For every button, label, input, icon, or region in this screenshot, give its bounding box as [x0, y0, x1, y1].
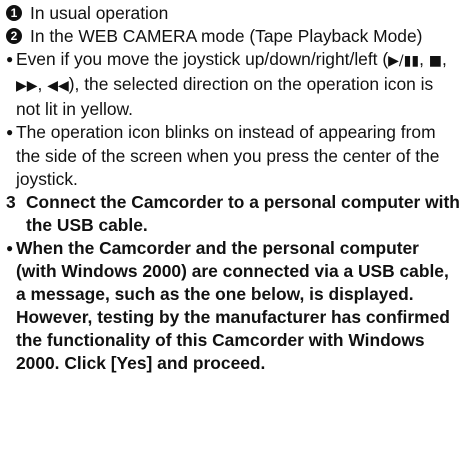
bullet-item-blink: ● The operation icon blinks on instead o… [6, 121, 462, 190]
bullet-item-windows: ● When the Camcorder and the personal co… [6, 237, 462, 376]
bullet-icon: ● [6, 52, 14, 67]
bullet-joystick-text: Even if you move the joystick up/down/ri… [16, 48, 462, 121]
bullet-joystick-text-a: Even if you move the joystick up/down/ri… [16, 49, 389, 70]
bullet-item-joystick: ● Even if you move the joystick up/down/… [6, 48, 462, 121]
bullet-blink-text: The operation icon blinks on instead of … [16, 122, 440, 189]
item-1-text: In usual operation [30, 3, 169, 23]
separator: , [419, 49, 429, 70]
rewind-icon: ◀◀ [47, 78, 69, 95]
separator: , [37, 74, 48, 95]
step-3-text: Connect the Camcorder to a personal comp… [26, 191, 460, 235]
play-pause-icon: ▶/▮▮ [388, 53, 420, 70]
bullet-joystick-text-b: ), the selected direction on the operati… [16, 74, 434, 120]
step-number: 3 [6, 191, 16, 212]
bullet-icon: ● [6, 240, 14, 255]
bullet-windows-text: When the Camcorder and the personal comp… [16, 237, 450, 374]
manual-page: 1 In usual operation 2 In the WEB CAMERA… [0, 0, 470, 457]
numbered-item-2: 2 In the WEB CAMERA mode (Tape Playback … [6, 25, 462, 48]
numbered-item-1: 1 In usual operation [6, 2, 462, 25]
stop-icon: ■ [428, 53, 442, 70]
circled-number-2-icon: 2 [6, 28, 22, 45]
item-2-text: In the WEB CAMERA mode (Tape Playback Mo… [30, 26, 423, 47]
fast-forward-icon: ▶▶ [16, 78, 38, 95]
separator: , [441, 49, 447, 70]
bullet-icon: ● [6, 125, 14, 140]
circled-number-1-icon: 1 [6, 5, 22, 21]
step-3: 3 Connect the Camcorder to a personal co… [6, 191, 462, 237]
